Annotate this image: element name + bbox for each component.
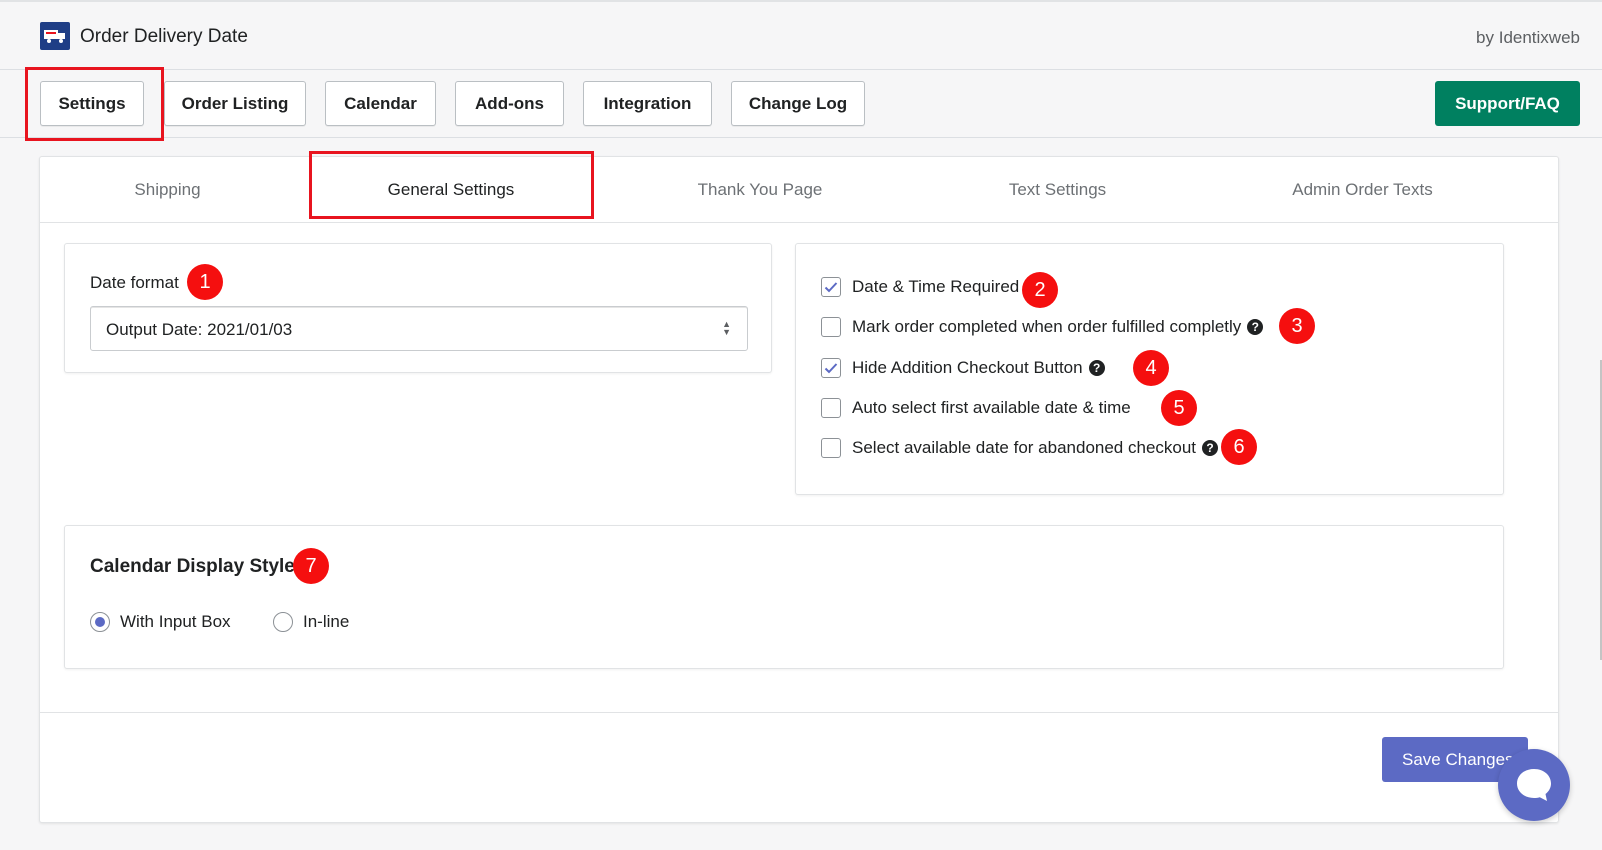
- date-format-label: Date format: [90, 273, 179, 292]
- with-input-box-radio[interactable]: [90, 612, 110, 632]
- date-format-value: Output Date: 2021/01/03: [106, 320, 293, 339]
- question-circle-icon[interactable]: ?: [1088, 360, 1105, 376]
- tab-thank-you-page[interactable]: Thank You Page: [640, 157, 880, 223]
- mark-order-completed-checkbox[interactable]: [821, 317, 841, 337]
- option-label: Select available date for abandoned chec…: [852, 438, 1197, 457]
- auto-select-first-date-checkbox[interactable]: [821, 398, 841, 418]
- calendar-display-style-card: Calendar Display Style 7 With Input Box …: [64, 525, 1504, 669]
- option-abandoned-checkout-date[interactable]: Select available date for abandoned chec…: [821, 436, 1219, 460]
- hide-addition-checkout-checkbox[interactable]: [821, 358, 841, 378]
- app-byline: by Identixweb: [1476, 28, 1580, 47]
- general-options-card: Date & Time Required 2 Mark order comple…: [795, 243, 1504, 495]
- select-arrows-icon: ▲ ▼: [722, 319, 731, 337]
- nav-integration-button[interactable]: Integration: [583, 81, 712, 126]
- option-date-time-required[interactable]: Date & Time Required: [821, 275, 1019, 299]
- option-label: Mark order completed when order fulfille…: [852, 317, 1242, 336]
- app-header: Order Delivery Date by Identixweb: [0, 0, 1602, 70]
- card-footer-divider: [40, 712, 1558, 713]
- nav-addons-button[interactable]: Add-ons: [455, 81, 564, 126]
- settings-highlight-annotation: [25, 67, 164, 141]
- support-faq-button[interactable]: Support/FAQ: [1435, 81, 1580, 126]
- nav-order-listing-button[interactable]: Order Listing: [164, 81, 306, 126]
- question-circle-icon[interactable]: ?: [1247, 319, 1264, 335]
- annotation-badge: 6: [1221, 429, 1257, 465]
- annotation-badge: 5: [1161, 390, 1197, 426]
- annotation-badge: 7: [293, 548, 329, 584]
- date-format-card: Date format 1 Output Date: 2021/01/03 ▲ ▼: [64, 243, 772, 373]
- tab-shipping[interactable]: Shipping: [40, 157, 295, 223]
- tab-admin-order-texts[interactable]: Admin Order Texts: [1240, 157, 1485, 223]
- settings-tabs: Shipping General Settings Thank You Page…: [40, 157, 1558, 223]
- option-label: Hide Addition Checkout Button: [852, 358, 1083, 377]
- annotation-badge: 3: [1279, 308, 1315, 344]
- question-circle-icon[interactable]: ?: [1202, 440, 1219, 456]
- calendar-display-style-title: Calendar Display Style: [90, 556, 295, 577]
- settings-card: Shipping General Settings Thank You Page…: [39, 151, 1559, 823]
- abandoned-checkout-date-checkbox[interactable]: [821, 438, 841, 458]
- annotation-badge: 1: [187, 264, 223, 300]
- date-time-required-checkbox[interactable]: [821, 277, 841, 297]
- option-label: Date & Time Required: [852, 277, 1020, 296]
- annotation-badge: 4: [1133, 350, 1169, 386]
- option-mark-order-completed[interactable]: Mark order completed when order fulfille…: [821, 315, 1264, 339]
- radio-label: With Input Box: [120, 612, 231, 631]
- main-navigation: Settings Order Listing Calendar Add-ons …: [0, 70, 1602, 138]
- date-format-select[interactable]: Output Date: 2021/01/03 ▲ ▼: [90, 306, 748, 351]
- general-settings-highlight-annotation: [309, 151, 594, 219]
- annotation-badge: 2: [1022, 272, 1058, 308]
- option-auto-select-first-date[interactable]: Auto select first available date & time: [821, 396, 1131, 420]
- delivery-truck-icon: [40, 22, 70, 50]
- chat-bubble-icon[interactable]: [1498, 749, 1570, 821]
- radio-in-line[interactable]: In-line: [273, 612, 349, 632]
- in-line-radio[interactable]: [273, 612, 293, 632]
- radio-label: In-line: [303, 612, 350, 631]
- nav-calendar-button[interactable]: Calendar: [325, 81, 436, 126]
- option-label: Auto select first available date & time: [852, 398, 1131, 417]
- radio-with-input-box[interactable]: With Input Box: [90, 612, 231, 632]
- tab-text-settings[interactable]: Text Settings: [940, 157, 1175, 223]
- nav-change-log-button[interactable]: Change Log: [731, 81, 865, 126]
- option-hide-addition-checkout[interactable]: Hide Addition Checkout Button ?: [821, 356, 1105, 380]
- app-title: Order Delivery Date: [80, 26, 248, 47]
